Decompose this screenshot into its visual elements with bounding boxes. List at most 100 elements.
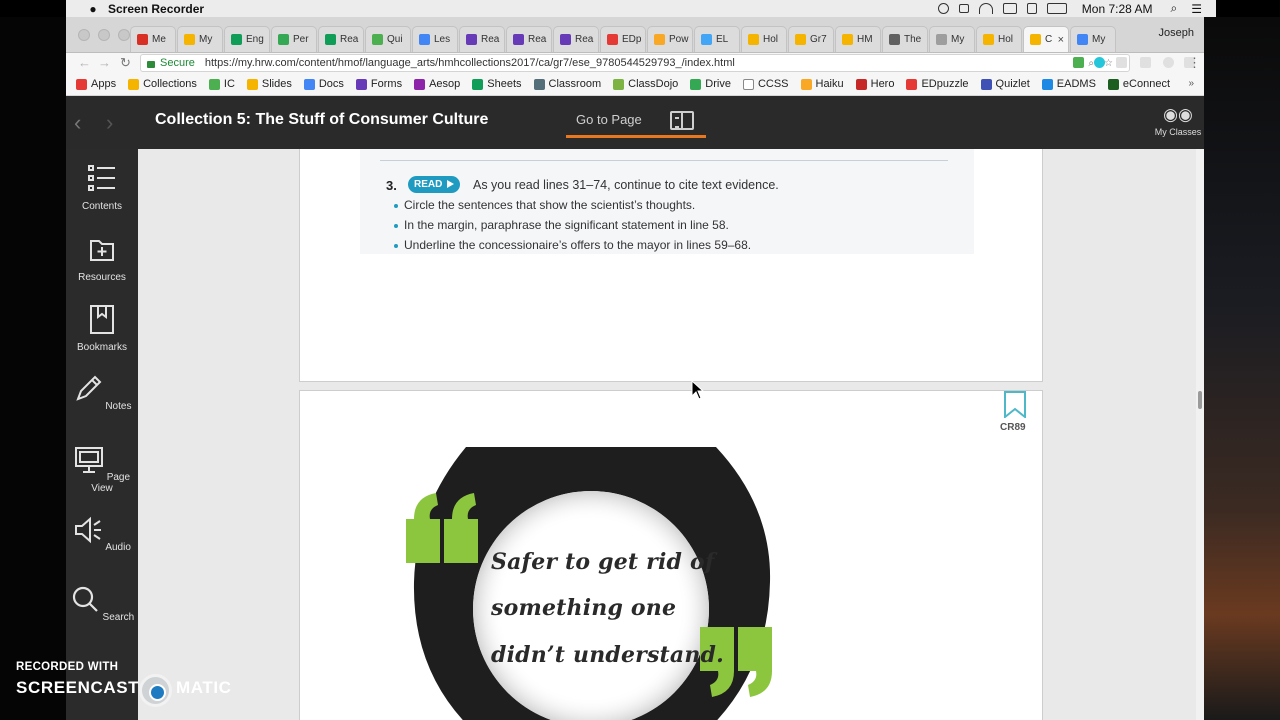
browser-tab[interactable]: Hol xyxy=(976,26,1022,52)
eject-icon[interactable] xyxy=(958,4,969,13)
extension-icon[interactable] xyxy=(1073,57,1084,68)
window-zoom-button[interactable] xyxy=(118,29,130,41)
sidebar-label: Audio xyxy=(105,542,131,553)
tab-label: My xyxy=(1092,34,1106,45)
tab-label: Rea xyxy=(340,34,359,45)
bookmark-item[interactable]: EADMS xyxy=(1041,78,1096,90)
notification-center-icon[interactable]: ☰ xyxy=(1191,2,1202,16)
browser-tab[interactable]: Gr7 xyxy=(788,26,834,52)
bookmark-item[interactable]: Aesop xyxy=(414,78,460,90)
sidebar-item-bookmarks[interactable]: Bookmarks xyxy=(66,304,138,353)
browser-tab[interactable]: Pow xyxy=(647,26,693,52)
dropbox-icon[interactable] xyxy=(937,3,949,14)
browser-tab[interactable]: Eng xyxy=(224,26,270,52)
menubar-clock[interactable]: Mon 7:28 AM xyxy=(1082,2,1153,16)
page-code: CR89 xyxy=(1000,422,1026,433)
tab-label: My xyxy=(951,34,965,45)
read-badge[interactable]: READ xyxy=(408,176,461,193)
bookmark-icon xyxy=(90,305,114,334)
browser-tab[interactable]: Rea xyxy=(318,26,364,52)
browser-tab[interactable]: EL xyxy=(694,26,740,52)
browser-tab[interactable]: My xyxy=(929,26,975,52)
browser-tab[interactable]: EDp xyxy=(600,26,646,52)
tab-label: HM xyxy=(857,34,873,45)
go-to-page-button[interactable]: Go to Page xyxy=(566,111,706,138)
tab-label: Gr7 xyxy=(810,34,827,45)
window-close-button[interactable] xyxy=(78,29,90,41)
bookmark-item[interactable]: Apps xyxy=(76,78,116,90)
volume-icon[interactable] xyxy=(1026,3,1037,14)
sidebar-item-page-view[interactable]: Page View xyxy=(66,445,138,494)
sidebar-item-resources[interactable]: Resources xyxy=(66,234,138,283)
divider xyxy=(380,160,948,161)
bookmark-item[interactable]: Quizlet xyxy=(980,78,1030,90)
speaker-icon xyxy=(75,516,102,544)
ebook-page: 3. READ As you read lines 31–74, continu… xyxy=(299,149,1043,382)
bookmark-item[interactable]: Forms xyxy=(355,78,402,90)
bookmark-page-icon[interactable] xyxy=(1003,391,1027,418)
browser-tab[interactable]: Les xyxy=(412,26,458,52)
sidebar-item-search[interactable]: Search xyxy=(66,585,138,623)
apple-icon[interactable]: ● xyxy=(80,2,106,16)
page-back-arrow-icon[interactable]: ‹ xyxy=(74,110,81,136)
sidebar-label: Contents xyxy=(81,201,123,212)
list-item: In the margin, paraphrase the significan… xyxy=(394,218,729,232)
browser-tab[interactable]: Rea xyxy=(459,26,505,52)
tab-label: EDp xyxy=(622,34,642,45)
browser-tab[interactable]: Rea xyxy=(506,26,552,52)
browser-tab[interactable]: Hol xyxy=(741,26,787,52)
bookmark-item[interactable]: ClassDojo xyxy=(613,78,678,90)
extension-icon[interactable] xyxy=(1163,57,1174,68)
menubar-app-name[interactable]: Screen Recorder xyxy=(108,2,204,16)
browser-tab[interactable]: My xyxy=(1070,26,1116,52)
vertical-scrollbar[interactable] xyxy=(1196,149,1204,720)
sidebar-label: Page View xyxy=(91,472,131,494)
reload-icon[interactable]: ↻ xyxy=(120,55,131,71)
scrollbar-thumb[interactable] xyxy=(1198,391,1202,409)
bookmarks-overflow-icon[interactable]: » xyxy=(1188,78,1194,89)
forward-arrow-icon[interactable]: → xyxy=(98,55,111,70)
sidebar-item-notes[interactable]: Notes xyxy=(66,374,138,412)
cast-icon[interactable] xyxy=(1140,57,1151,68)
bookmark-item[interactable]: IC xyxy=(208,78,235,90)
browser-tab[interactable]: My xyxy=(177,26,223,52)
browser-tab[interactable]: C × xyxy=(1023,26,1069,52)
browser-tab[interactable]: The xyxy=(882,26,928,52)
bookmark-item[interactable]: Drive xyxy=(690,78,731,90)
profile-name[interactable]: Joseph xyxy=(1159,27,1194,39)
page-forward-arrow-icon[interactable]: › xyxy=(106,110,113,136)
bookmark-item[interactable]: CCSS xyxy=(742,78,789,90)
chrome-menu-icon[interactable]: ⋮ xyxy=(1188,55,1201,71)
star-icon[interactable]: ☆ xyxy=(1104,58,1113,69)
close-tab-icon[interactable]: × xyxy=(1058,34,1064,46)
bookmark-item[interactable]: Haiku xyxy=(800,78,844,90)
bookmark-item[interactable]: Collections xyxy=(128,78,197,90)
browser-tab[interactable]: Me xyxy=(130,26,176,52)
sidebar-item-audio[interactable]: Audio xyxy=(66,515,138,553)
bookmark-item[interactable]: Hero xyxy=(855,78,894,90)
address-bar[interactable]: Secure https://my.hrw.com/content/hmof/l… xyxy=(140,54,1130,72)
extension-icon[interactable] xyxy=(1094,57,1105,68)
my-classes-button[interactable]: ◉◉ My Classes xyxy=(1152,105,1204,137)
bookmark-item[interactable]: Slides xyxy=(246,78,292,90)
battery-icon[interactable] xyxy=(1046,3,1067,14)
bookmark-item[interactable]: eConnect xyxy=(1107,78,1170,90)
bookmark-item[interactable]: EDpuzzle xyxy=(906,78,969,90)
window-minimize-button[interactable] xyxy=(98,29,110,41)
back-arrow-icon[interactable]: ← xyxy=(78,55,91,70)
airplay-icon[interactable] xyxy=(1002,3,1017,14)
bookmark-item[interactable]: Docs xyxy=(303,78,344,90)
wifi-icon[interactable] xyxy=(978,3,993,14)
browser-tab[interactable]: Rea xyxy=(553,26,599,52)
browser-tab[interactable]: Qui xyxy=(365,26,411,52)
bookmark-favicon-icon xyxy=(800,78,812,90)
bookmarks-bar: Apps Collections IC Slides Docs Forms Aesop She… xyxy=(66,73,1204,96)
url-text[interactable]: https://my.hrw.com/content/hmof/language… xyxy=(205,57,735,69)
browser-tab[interactable]: HM xyxy=(835,26,881,52)
bookmark-item[interactable]: Sheets xyxy=(472,78,522,90)
extension-icon[interactable] xyxy=(1116,57,1127,68)
sidebar-item-contents[interactable]: Contents xyxy=(66,163,138,212)
browser-tab[interactable]: Per xyxy=(271,26,317,52)
bookmark-item[interactable]: Classroom xyxy=(533,78,601,90)
spotlight-search-icon[interactable]: ⌕ xyxy=(1171,1,1178,16)
